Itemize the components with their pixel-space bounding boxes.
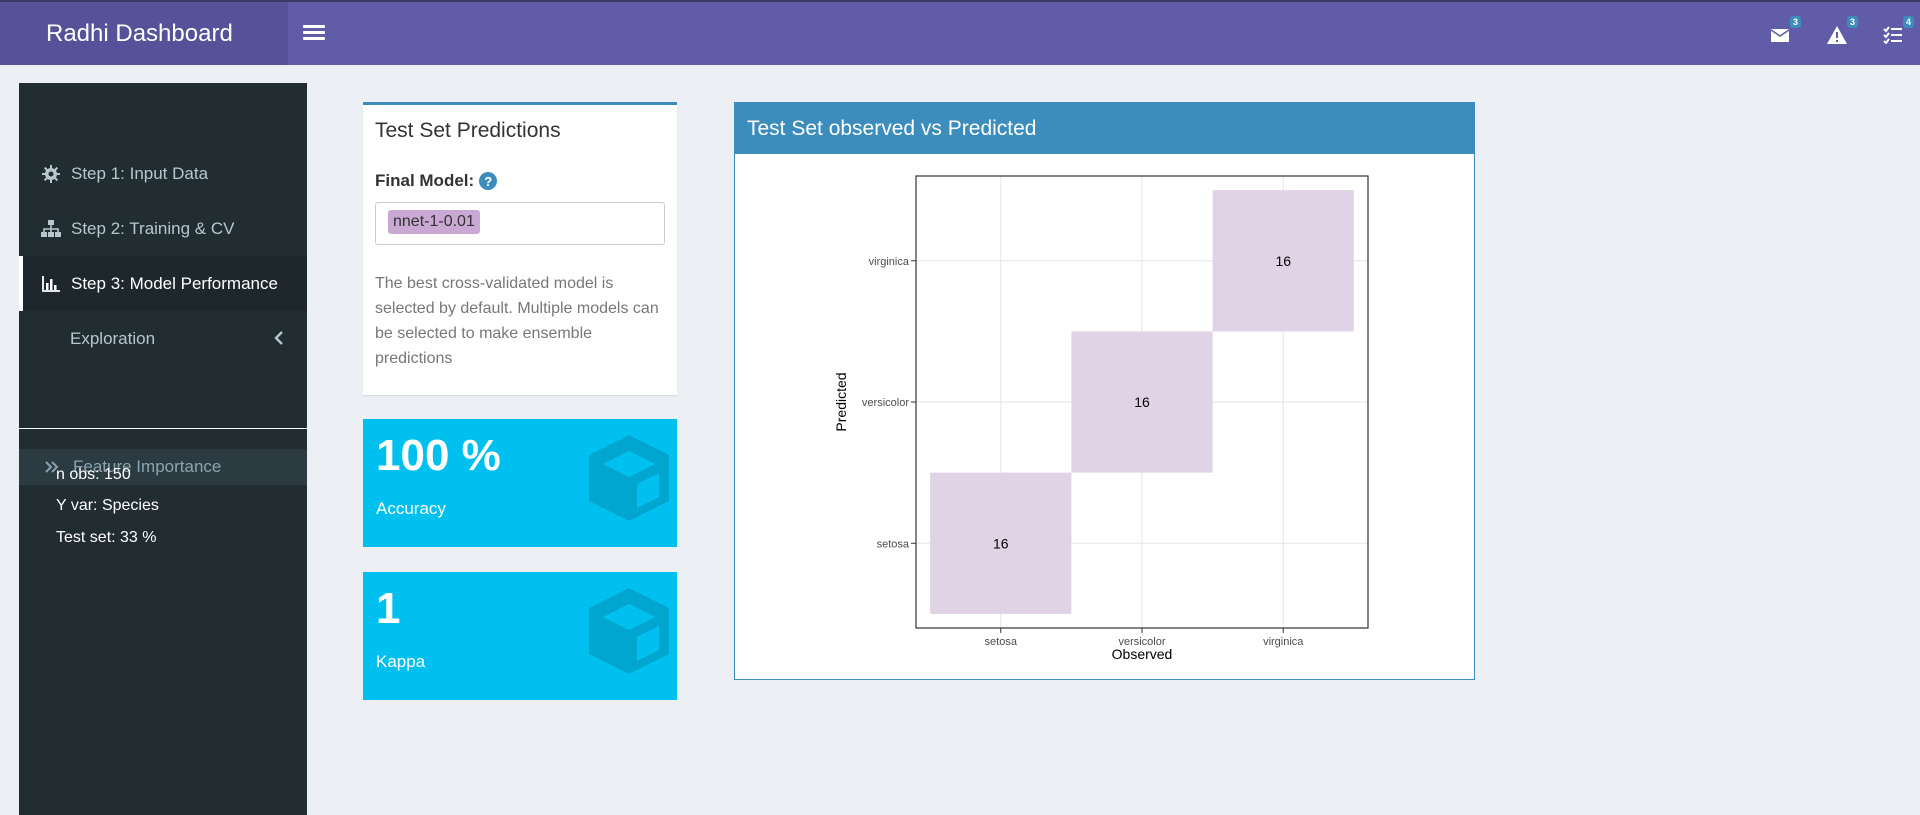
sidebar-item-label: Step 2: Training & CV [71,218,235,238]
tile-label: 16 [993,535,1009,551]
y-tick-label: versicolor [862,397,909,409]
accuracy-value: 100 % [376,431,501,480]
sidebar-item-label: Exploration [70,328,156,348]
y-axis-label: Predicted [833,372,849,431]
envelope-icon [1770,29,1790,42]
confusion-matrix-chart: 161616setosa versicolor virginicasetosaver… [833,175,1369,662]
final-model-label: Final Model: ? [375,171,498,191]
box-title: Test Set Predictions [375,119,561,142]
selected-model-chip[interactable]: nnet-1-0.01 [388,210,480,234]
cube-icon [589,435,669,521]
predictions-box: Test Set Predictions Final Model: ? nnet… [363,102,677,395]
sidebar-divider [19,428,307,429]
sitemap-icon [41,219,61,239]
cube-icon [589,588,669,674]
messages-button[interactable]: 3 [1765,16,1801,50]
x-tick-label: setosa [985,636,1018,648]
hamburger-icon [303,25,325,28]
tasks-button[interactable]: 4 [1878,16,1914,50]
alerts-badge: 3 [1846,16,1858,28]
sidebar-item-label: Step 3: Model Performance [71,273,278,293]
gear-icon [41,164,61,184]
y-tick-label: virginica [869,256,910,268]
final-model-label-text: Final Model: [375,171,475,190]
plot-title: Test Set observed vs Predicted [735,103,1474,154]
tile-label: 16 [1134,394,1150,410]
plot-box: Test Set observed vs Predicted 16 16 16 set… [734,102,1475,680]
bar-chart-icon [41,274,61,294]
accuracy-value-box: 100 % Accuracy [363,419,677,547]
final-model-select[interactable]: nnet-1-0.01 [375,202,665,245]
kappa-value-box: 1 Kappa [363,572,677,700]
accuracy-label: Accuracy [376,499,446,518]
x-axis-label: Observed [1112,646,1173,662]
warning-icon [1827,26,1847,44]
tile-label: 16 [1275,253,1291,269]
sidebar-item-model-performance[interactable]: Step 3: Model Performance [19,256,307,311]
y-tick-label: setosa [877,538,910,550]
sidebar: Step 1: Input Data Step 2: Training & CV… [19,83,307,815]
kappa-value: 1 [376,584,401,633]
chevron-left-icon [274,330,283,350]
sidebar-item-label: Step 1: Input Data [71,163,209,183]
alerts-button[interactable]: 3 [1822,16,1858,50]
sidebar-item-training-cv[interactable]: Step 2: Training & CV [19,201,307,256]
sidebar-item-input-data[interactable]: Step 1: Input Data [19,146,307,201]
messages-badge: 3 [1789,16,1801,28]
sidebar-toggle-button[interactable] [303,22,325,44]
kappa-label: Kappa [376,652,426,671]
tasks-badge: 4 [1902,16,1914,28]
tasks-icon [1883,26,1902,44]
app-title[interactable]: Radhi Dashboard [0,2,288,65]
x-tick-label: virginica [1263,636,1304,648]
help-icon[interactable]: ? [479,172,498,190]
info-test-set: Test set: 33 % [56,529,157,546]
model-description: The best cross-validated model is select… [375,275,659,367]
sidebar-item-exploration[interactable]: Exploration [19,311,307,366]
info-n-obs: n obs: 150 [56,466,131,483]
info-y-var: Y var: Species [56,497,159,514]
top-navbar: Radhi Dashboard 3 3 4 [0,0,1920,65]
